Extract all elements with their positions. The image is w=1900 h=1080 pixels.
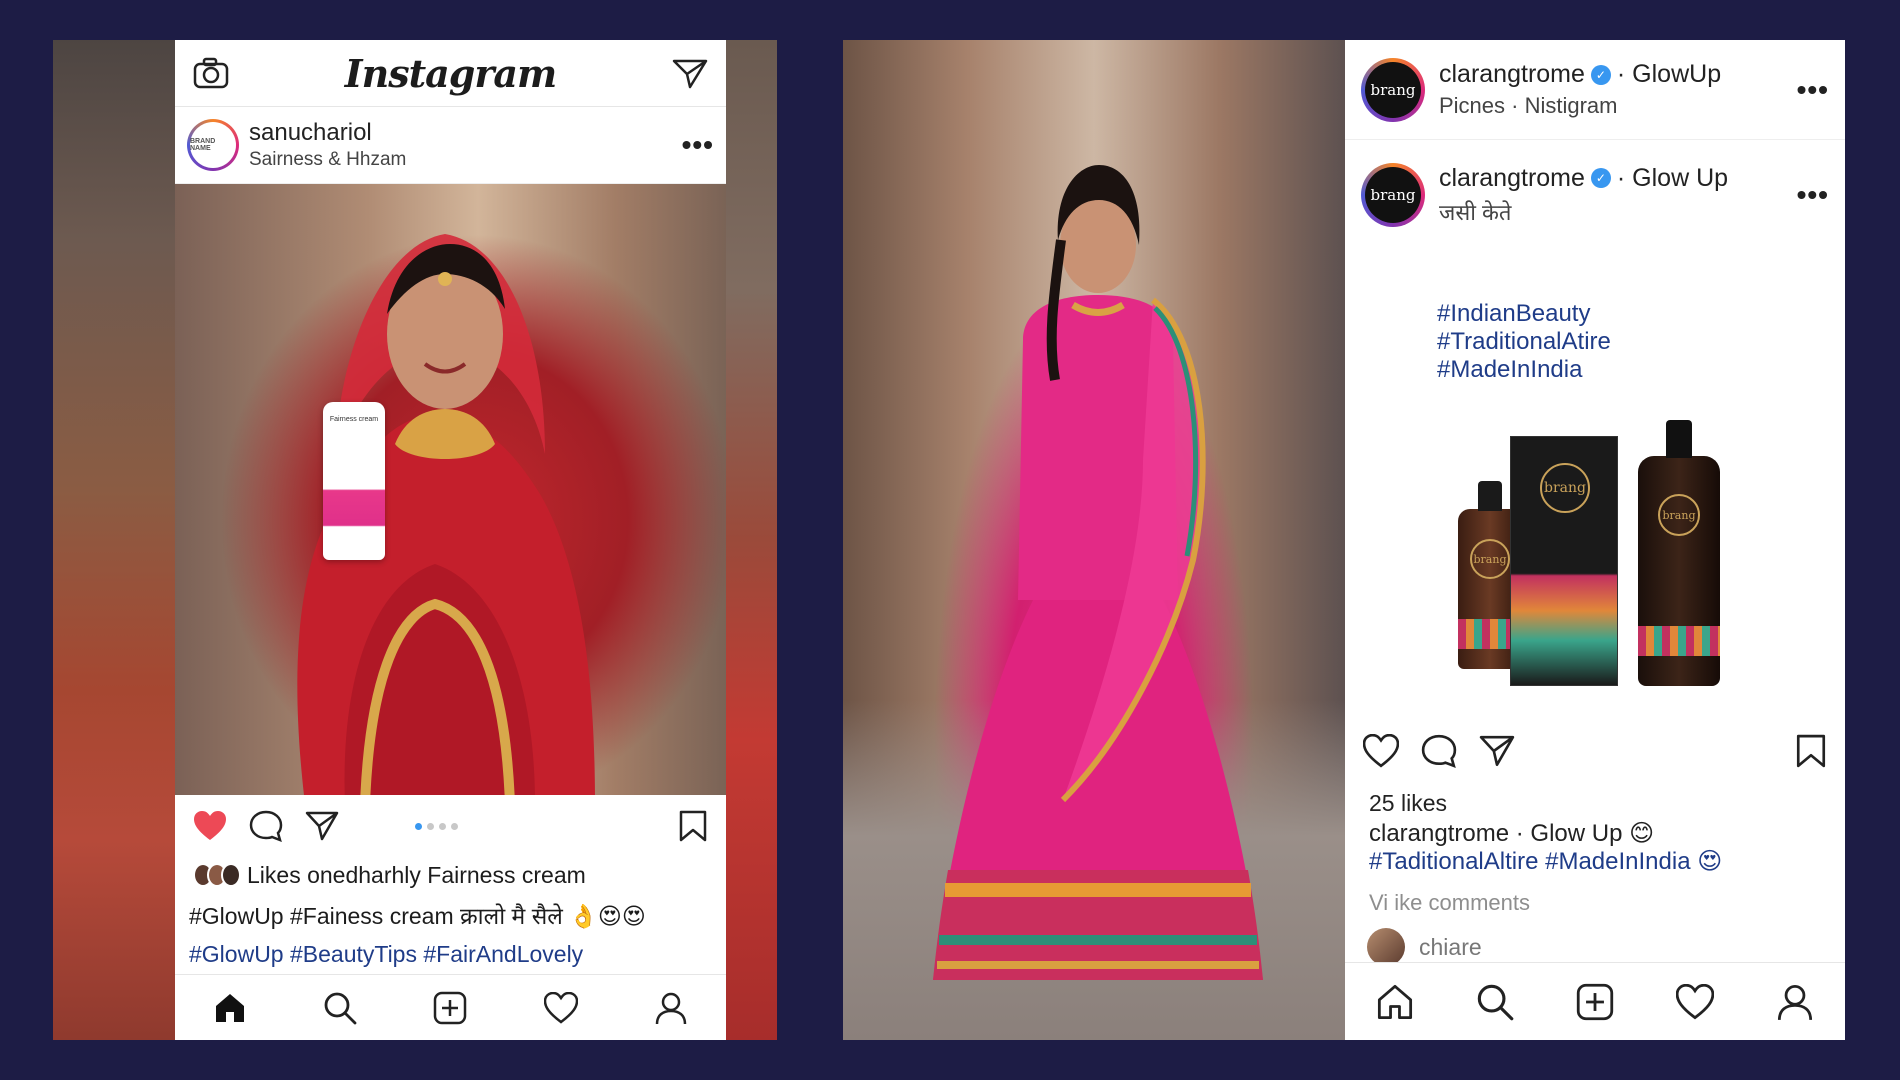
avatar-logo-text: brang bbox=[1365, 167, 1421, 223]
post-suffix: · Glow Up bbox=[1616, 163, 1729, 192]
product-box: brang bbox=[1510, 436, 1618, 686]
more-options-icon[interactable]: ••• bbox=[1797, 74, 1829, 106]
carousel-indicator bbox=[415, 822, 458, 830]
avatar[interactable]: BRAND NAME bbox=[187, 119, 239, 171]
product-image[interactable]: brang brang brang bbox=[1345, 394, 1845, 714]
bottom-navigation bbox=[175, 974, 726, 1040]
caption-text: #GlowUp #Fainess cream क्रालो मै सैले 👌😍… bbox=[189, 903, 646, 929]
carousel-dot bbox=[427, 822, 434, 830]
search-icon[interactable] bbox=[323, 991, 357, 1025]
hashtag-line[interactable]: #MadeInIndia bbox=[1437, 356, 1753, 384]
avatar bbox=[221, 863, 241, 887]
instagram-panel-right: brang clarangtrome ✓ · GlowUp Picnes · N… bbox=[1345, 40, 1845, 1040]
avatar-logo-text: BRAND NAME bbox=[190, 122, 236, 168]
caption-text: · Glow Up 😊 bbox=[1515, 820, 1655, 847]
product-tube bbox=[323, 402, 385, 560]
commenter-name[interactable]: chiare bbox=[1419, 934, 1482, 961]
comment-icon[interactable] bbox=[249, 810, 283, 842]
bookmark-icon[interactable] bbox=[1795, 734, 1827, 768]
more-options-icon[interactable]: ••• bbox=[682, 129, 714, 161]
home-icon[interactable] bbox=[1376, 984, 1414, 1020]
profile-username[interactable]: clarangtrome bbox=[1439, 60, 1585, 89]
caption-hashtags[interactable]: #GlowUp #BeautyTips #FairAndLovely bbox=[189, 935, 712, 973]
profile-suffix: · GlowUp bbox=[1616, 60, 1722, 88]
share-icon[interactable] bbox=[305, 810, 339, 842]
share-icon[interactable] bbox=[1479, 734, 1515, 768]
hashtag-line[interactable]: #IndianBeauty #TraditionalAtire bbox=[1437, 300, 1753, 356]
left-mockup: Instagram BRAND NAME sanuchariol Sairnes… bbox=[53, 40, 777, 1040]
post-subtitle: जसी केते bbox=[1439, 199, 1512, 225]
new-post-icon[interactable] bbox=[1576, 983, 1614, 1021]
comment-icon[interactable] bbox=[1421, 734, 1457, 768]
likes-line: Likes onedharhly Fairness cream bbox=[175, 857, 726, 893]
bottom-navigation bbox=[1345, 962, 1845, 1040]
direct-message-icon[interactable] bbox=[672, 57, 708, 89]
bride-figure bbox=[297, 234, 595, 795]
likes-text[interactable]: Likes onedharhly Fairness cream bbox=[247, 862, 586, 889]
view-comments-link[interactable]: Vi ike comments bbox=[1345, 890, 1845, 916]
carousel-dot bbox=[451, 822, 458, 830]
product-brand-logo: brang bbox=[1470, 539, 1510, 579]
like-heart-icon[interactable] bbox=[1363, 734, 1399, 768]
caption-hashtags[interactable]: #TaditionalAltire #MadeInIndia 😍 bbox=[1369, 848, 1821, 876]
bookmark-icon[interactable] bbox=[678, 810, 708, 842]
instagram-phone-left: Instagram BRAND NAME sanuchariol Sairnes… bbox=[175, 40, 726, 1040]
caption: #GlowUp #Fainess cream क्रालो मै सैले 👌😍… bbox=[175, 893, 726, 977]
lehenga-photo[interactable] bbox=[843, 40, 1345, 1040]
post-photo[interactable]: Fairness cream bbox=[175, 184, 726, 795]
carousel-dot bbox=[439, 822, 446, 830]
pattern-band bbox=[1638, 626, 1720, 656]
top-bar: Instagram bbox=[175, 40, 726, 107]
profile-icon[interactable] bbox=[1776, 983, 1814, 1021]
search-icon[interactable] bbox=[1476, 983, 1514, 1021]
post-username[interactable]: clarangtrome bbox=[1439, 164, 1585, 193]
profile-icon[interactable] bbox=[654, 991, 688, 1025]
activity-heart-icon[interactable] bbox=[543, 991, 578, 1024]
more-options-icon[interactable]: ••• bbox=[1797, 179, 1829, 211]
post-subtitle: Sairness & Hhzam bbox=[249, 149, 407, 170]
avatar-logo-text: brang bbox=[1365, 61, 1421, 118]
lehenga-figure bbox=[933, 165, 1263, 980]
verified-badge-icon: ✓ bbox=[1590, 64, 1611, 85]
camera-icon[interactable] bbox=[193, 57, 229, 89]
caption-username[interactable]: clarangtrome bbox=[1369, 820, 1509, 847]
blurred-background-right bbox=[726, 40, 777, 1040]
liker-avatars bbox=[193, 863, 241, 887]
product-brand-logo: brang bbox=[1540, 463, 1590, 513]
profile-subtitle: Picnes · Nistigram bbox=[1439, 93, 1618, 118]
avatar[interactable]: brang bbox=[1361, 57, 1425, 122]
post-header: BRAND NAME sanuchariol Sairness & Hhzam … bbox=[175, 107, 726, 184]
comment-row: chiare bbox=[1345, 928, 1845, 966]
post-header: brang clarangtrome ✓ · Glow Up जसी केते … bbox=[1345, 140, 1845, 250]
post-hashtags: #IndianBeauty #TraditionalAtire #MadeInI… bbox=[1345, 300, 1845, 384]
activity-heart-icon[interactable] bbox=[1676, 983, 1714, 1020]
app-logo: Instagram bbox=[344, 50, 557, 96]
caption: clarangtrome · Glow Up 😊 #TaditionalAlti… bbox=[1345, 820, 1845, 876]
product-pump-bottle: brang bbox=[1638, 420, 1720, 686]
post-username[interactable]: sanuchariol bbox=[249, 119, 682, 147]
verified-badge-icon: ✓ bbox=[1590, 168, 1611, 188]
new-post-icon[interactable] bbox=[433, 991, 467, 1025]
carousel-dot bbox=[415, 822, 422, 830]
product-label: Fairness cream bbox=[329, 416, 379, 423]
avatar[interactable] bbox=[1367, 928, 1405, 966]
post-actions bbox=[1345, 716, 1845, 786]
avatar[interactable]: brang bbox=[1361, 163, 1425, 227]
product-brand-logo: brang bbox=[1658, 494, 1700, 536]
home-icon[interactable] bbox=[213, 992, 247, 1024]
likes-count[interactable]: 25 likes bbox=[1345, 786, 1845, 820]
blurred-background-left bbox=[53, 40, 175, 1040]
profile-header: brang clarangtrome ✓ · GlowUp Picnes · N… bbox=[1345, 40, 1845, 140]
post-actions bbox=[175, 795, 726, 857]
like-heart-icon[interactable] bbox=[193, 810, 227, 842]
